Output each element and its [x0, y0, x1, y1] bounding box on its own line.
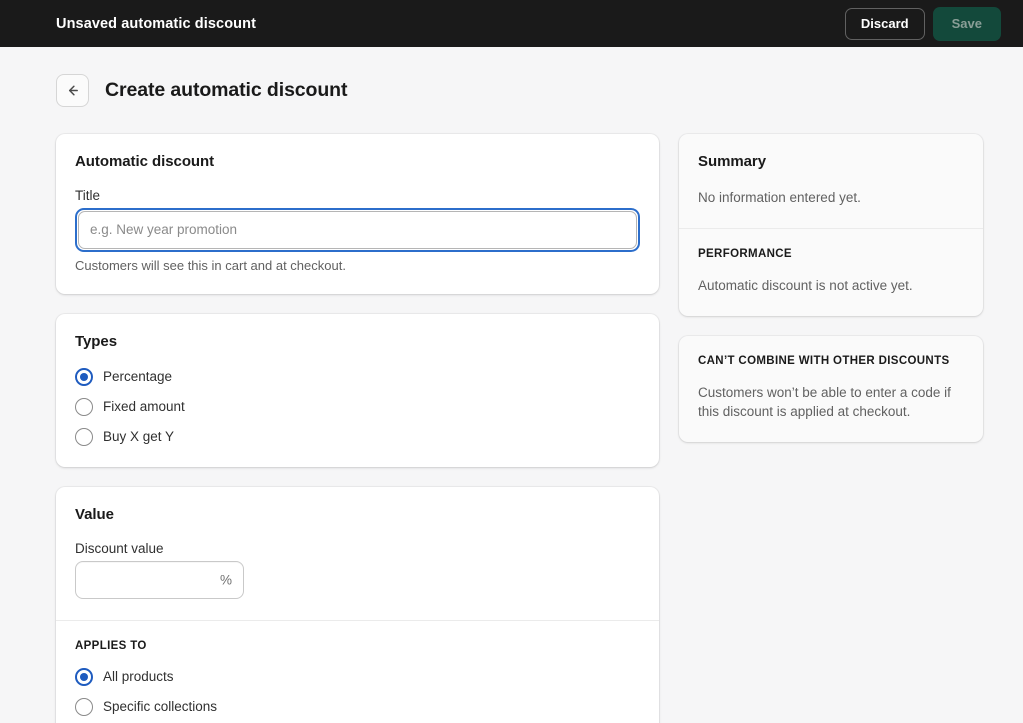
page-title: Create automatic discount [105, 79, 348, 102]
radio-label-all-products: All products [103, 669, 174, 685]
combine-discounts-section: CAN’T COMBINE WITH OTHER DISCOUNTS Custo… [679, 336, 983, 442]
discount-value-input[interactable] [76, 562, 243, 599]
applies-to-heading: APPLIES TO [75, 640, 147, 653]
value-heading: Value [75, 506, 114, 524]
radio-icon-percentage[interactable] [75, 368, 93, 387]
radio-option-all-products[interactable]: All products [75, 668, 640, 687]
radio-label-buy-x-get-y: Buy X get Y [103, 429, 175, 445]
arrow-left-icon [65, 83, 80, 98]
radio-label-specific-collections: Specific collections [103, 699, 218, 715]
summary-section: Summary No information entered yet. [679, 134, 983, 228]
combine-discounts-card: CAN’T COMBINE WITH OTHER DISCOUNTS Custo… [679, 336, 983, 443]
radio-icon-all-products[interactable] [75, 668, 93, 687]
performance-section: PERFORMANCE Automatic discount is not ac… [679, 229, 983, 316]
savebar-actions: Discard Save [844, 6, 1001, 41]
types-radio-group: Percentage Fixed amount Buy X get Y [75, 368, 640, 447]
automatic-discount-heading: Automatic discount [75, 153, 215, 171]
page-body: Create automatic discount Automatic disc… [0, 47, 1023, 723]
discount-value-field: % [75, 561, 244, 600]
discount-value-label: Discount value [75, 541, 164, 557]
performance-text: Automatic discount is not active yet. [698, 278, 913, 294]
radio-icon-fixed-amount[interactable] [75, 398, 93, 417]
sidebar-column: Summary No information entered yet. PERF… [679, 134, 983, 462]
title-input[interactable] [78, 211, 637, 250]
back-button[interactable] [56, 74, 89, 108]
save-button[interactable]: Save [932, 6, 1001, 41]
summary-heading: Summary [698, 153, 767, 171]
contextual-save-bar: Unsaved automatic discount Discard Save [0, 0, 1023, 47]
radio-label-percentage: Percentage [103, 369, 173, 385]
value-card: Value Discount value % APPLIES TO All pr… [56, 487, 659, 723]
title-help-text: Customers will see this in cart and at c… [75, 258, 346, 274]
automatic-discount-section: Automatic discount Title Customers will … [56, 134, 659, 294]
combine-discounts-heading: CAN’T COMBINE WITH OTHER DISCOUNTS [698, 355, 950, 368]
radio-label-fixed-amount: Fixed amount [103, 399, 185, 415]
radio-option-buy-x-get-y[interactable]: Buy X get Y [75, 428, 640, 447]
savebar-title: Unsaved automatic discount [56, 15, 256, 32]
performance-heading: PERFORMANCE [698, 248, 792, 261]
automatic-discount-card: Automatic discount Title Customers will … [56, 134, 659, 295]
summary-card: Summary No information entered yet. PERF… [679, 134, 983, 317]
title-input-focus-ring [75, 208, 640, 253]
combine-discounts-body: Customers won’t be able to enter a code … [698, 385, 951, 420]
applies-to-section: APPLIES TO All products Specific collect… [56, 621, 659, 723]
types-card: Types Percentage Fixed amount Buy X get … [56, 314, 659, 468]
page-header: Create automatic discount [0, 47, 1023, 115]
main-column: Automatic discount Title Customers will … [56, 134, 659, 723]
radio-icon-specific-collections[interactable] [75, 698, 93, 717]
types-section: Types Percentage Fixed amount Buy X get … [56, 314, 659, 467]
title-field-label: Title [75, 188, 101, 204]
radio-icon-buy-x-get-y[interactable] [75, 428, 93, 447]
radio-option-percentage[interactable]: Percentage [75, 368, 640, 387]
radio-option-specific-collections[interactable]: Specific collections [75, 698, 640, 717]
discard-button[interactable]: Discard [844, 7, 925, 40]
page-layout: Automatic discount Title Customers will … [0, 115, 1023, 723]
value-section: Value Discount value % [56, 487, 659, 620]
types-heading: Types [75, 333, 117, 351]
summary-empty-text: No information entered yet. [698, 190, 861, 206]
radio-option-fixed-amount[interactable]: Fixed amount [75, 398, 640, 417]
applies-to-radio-group: All products Specific collections [75, 668, 640, 717]
